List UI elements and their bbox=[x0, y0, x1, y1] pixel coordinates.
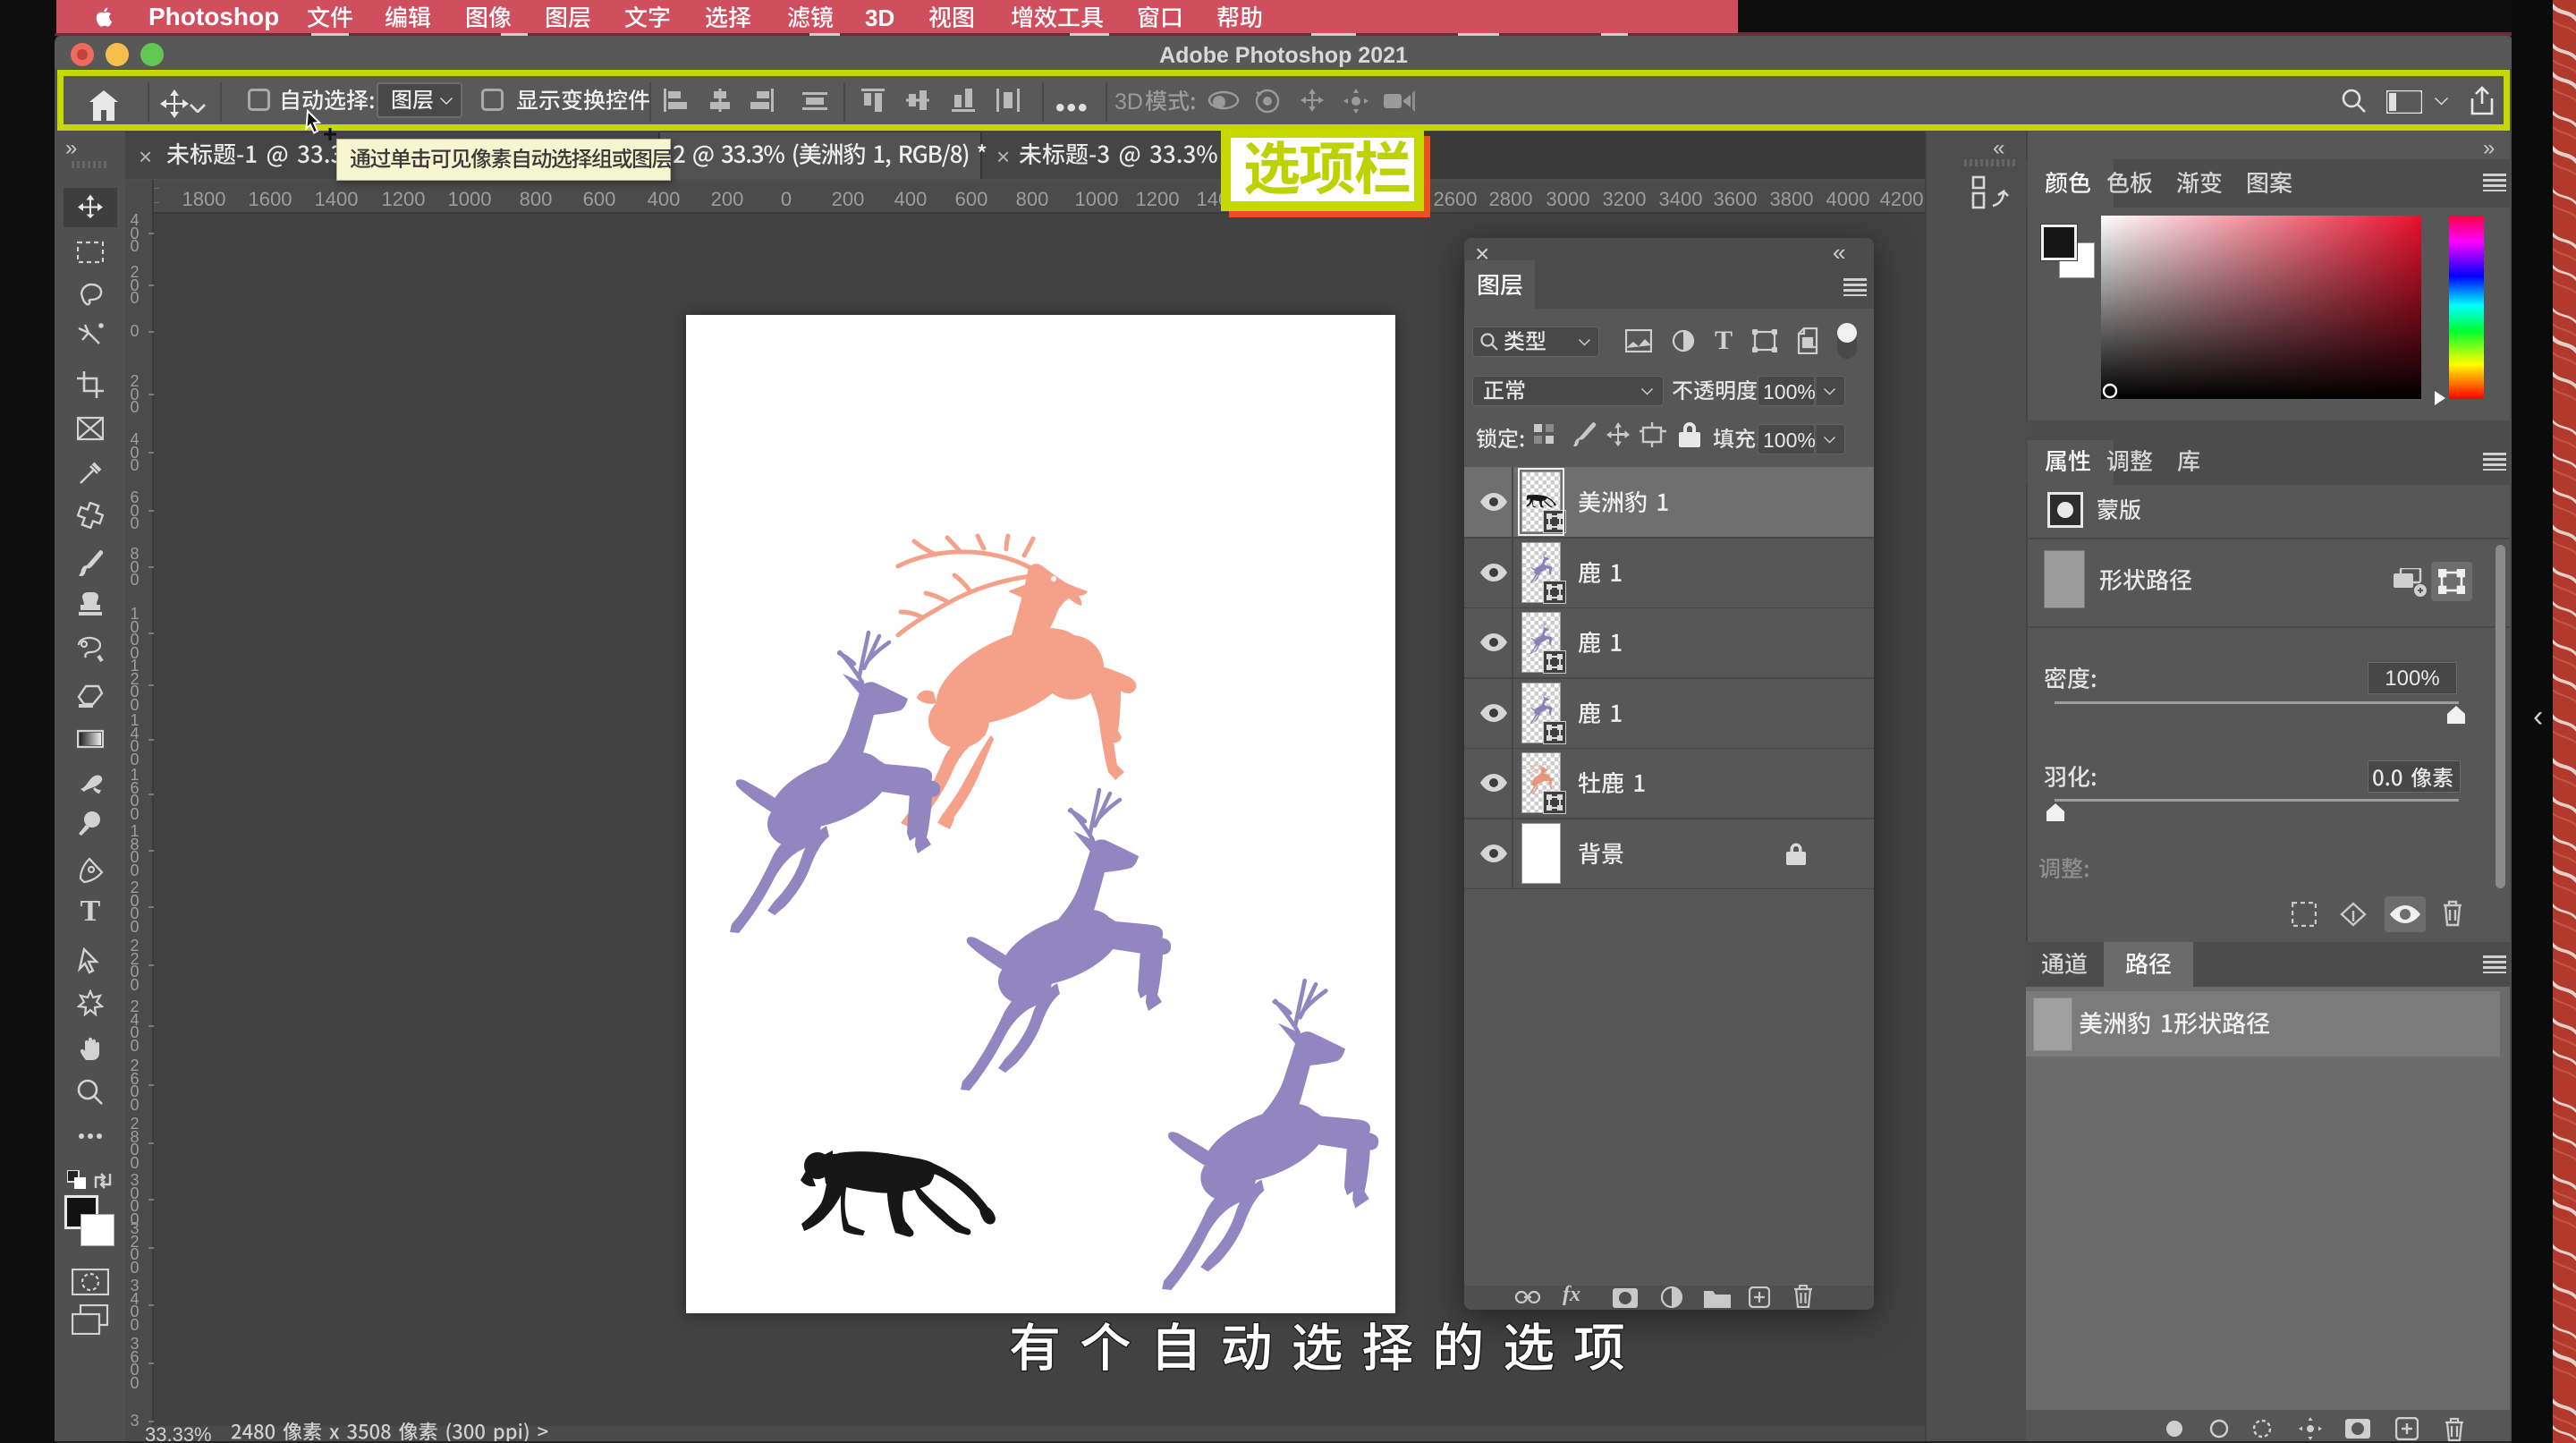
svg-text:T: T bbox=[80, 897, 101, 924]
